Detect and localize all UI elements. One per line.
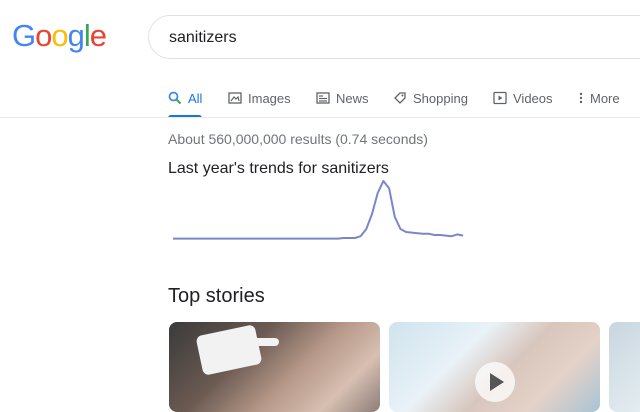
- play-icon[interactable]: [475, 362, 515, 402]
- tab-label: Videos: [513, 90, 553, 106]
- tag-icon: [394, 92, 406, 104]
- tab-images[interactable]: Images: [228, 80, 291, 116]
- tab-videos[interactable]: Videos: [493, 80, 553, 116]
- search-input[interactable]: [169, 26, 609, 50]
- result-stats: About 560,000,000 results (0.74 seconds): [168, 131, 428, 147]
- news-icon: [316, 92, 330, 104]
- tab-label: All: [188, 90, 203, 106]
- tab-label: Images: [248, 90, 291, 106]
- search-icon: [168, 91, 182, 105]
- story-card[interactable]: [609, 322, 640, 412]
- logo-letter: e: [89, 18, 107, 53]
- search-box[interactable]: [148, 15, 640, 59]
- more-vert-icon: [579, 92, 583, 104]
- trend-chart[interactable]: [168, 175, 468, 250]
- story-card[interactable]: [169, 322, 380, 412]
- story-card[interactable]: [389, 322, 600, 412]
- logo-letter: o: [51, 18, 68, 53]
- logo-letter: o: [35, 18, 52, 53]
- story-thumbnail-detail: [239, 338, 279, 346]
- story-thumbnail: [195, 324, 263, 376]
- logo-letter: G: [12, 18, 36, 53]
- tab-shopping[interactable]: Shopping: [393, 80, 468, 116]
- tab-all[interactable]: All: [168, 80, 203, 118]
- tab-label: More: [590, 90, 620, 106]
- top-stories-heading: Top stories: [168, 285, 265, 307]
- image-icon: [228, 92, 242, 104]
- play-box-icon: [493, 91, 507, 105]
- trend-line: [173, 180, 464, 240]
- tab-more[interactable]: More: [578, 80, 620, 116]
- header-divider: [0, 117, 640, 118]
- logo-letter: g: [67, 18, 85, 53]
- tab-news[interactable]: News: [316, 80, 369, 116]
- tab-label: Shopping: [413, 90, 468, 106]
- google-logo[interactable]: Google: [12, 18, 107, 54]
- tab-label: News: [336, 90, 369, 106]
